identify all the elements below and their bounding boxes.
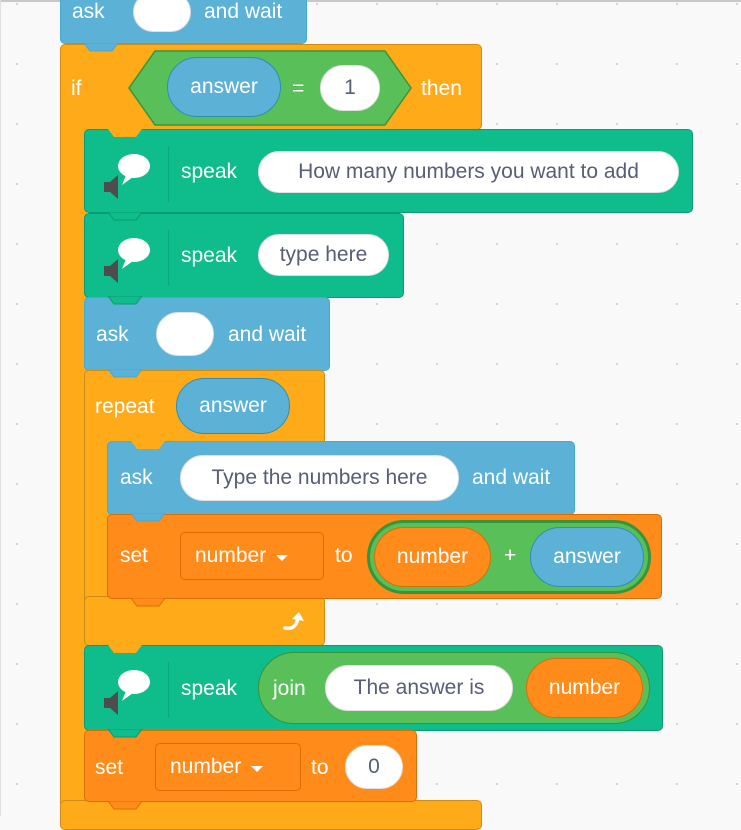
text-to-speech-icon: [104, 670, 150, 715]
ask-input[interactable]: Type the numbers here: [180, 455, 459, 501]
equals-sign: =: [292, 77, 305, 100]
plus-sign: +: [504, 544, 517, 567]
set-label: set: [120, 544, 149, 567]
if-label: if: [71, 77, 82, 100]
number-reporter[interactable]: number: [526, 658, 643, 718]
ask-label: ask: [72, 0, 105, 23]
speak-block-3-notch: [108, 645, 142, 653]
variable-dropdown-value: number: [195, 544, 267, 567]
ask-block-2-tab: [108, 369, 142, 378]
speak-label: speak: [181, 677, 238, 700]
ask-block-3-tab: [131, 513, 165, 522]
loop-arrow-icon: [283, 612, 304, 631]
number-reporter[interactable]: number: [374, 527, 491, 587]
then-label: then: [421, 77, 462, 100]
chevron-down-icon: [276, 554, 289, 561]
chevron-down-icon: [251, 765, 264, 772]
set-block-1-tab: [131, 598, 165, 607]
speak-icon-divider: [168, 662, 169, 718]
speak-label: speak: [181, 244, 238, 267]
set-block-2-tab: [108, 801, 142, 810]
repeat-label: repeat: [95, 395, 155, 418]
if-block-arm: [60, 120, 87, 816]
speak-block-3-tab: [108, 729, 142, 738]
to-label: to: [311, 756, 329, 779]
and-wait-label: and wait: [204, 0, 283, 23]
variable-dropdown-value: number: [170, 755, 242, 778]
speak-block-1-notch: [108, 129, 142, 137]
ask-block-top-tab: [84, 43, 118, 52]
speak-block-2-tab: [108, 296, 142, 305]
set-value-input[interactable]: 0: [345, 745, 403, 789]
speak-input[interactable]: How many numbers you want to add: [258, 151, 679, 193]
to-label: to: [335, 544, 353, 567]
ask-label: ask: [120, 466, 153, 489]
variable-dropdown[interactable]: number: [180, 532, 324, 580]
speak-icon-divider: [168, 146, 169, 202]
and-wait-label: and wait: [472, 466, 551, 489]
canvas-left-border: [0, 0, 1, 816]
equals-right-input[interactable]: 1: [320, 65, 380, 111]
speak-label: speak: [181, 160, 238, 183]
speak-icon-divider: [168, 230, 169, 286]
ask-block-3-notch: [131, 441, 165, 449]
answer-reporter[interactable]: answer: [530, 527, 644, 587]
speak-input[interactable]: type here: [258, 234, 389, 276]
answer-reporter[interactable]: answer: [167, 57, 281, 117]
ask-label: ask: [96, 323, 129, 346]
ask-input[interactable]: [156, 312, 214, 356]
join-left-input[interactable]: The answer is: [325, 665, 513, 711]
text-to-speech-icon: [104, 154, 150, 199]
speak-block-1-tab: [108, 212, 142, 221]
text-to-speech-icon: [104, 238, 150, 283]
repeat-count-reporter[interactable]: answer: [176, 378, 290, 434]
join-label: join: [273, 677, 306, 700]
and-wait-label: and wait: [228, 323, 307, 346]
variable-dropdown[interactable]: number: [155, 743, 301, 791]
ask-input[interactable]: [133, 0, 191, 32]
set-label: set: [95, 756, 124, 779]
